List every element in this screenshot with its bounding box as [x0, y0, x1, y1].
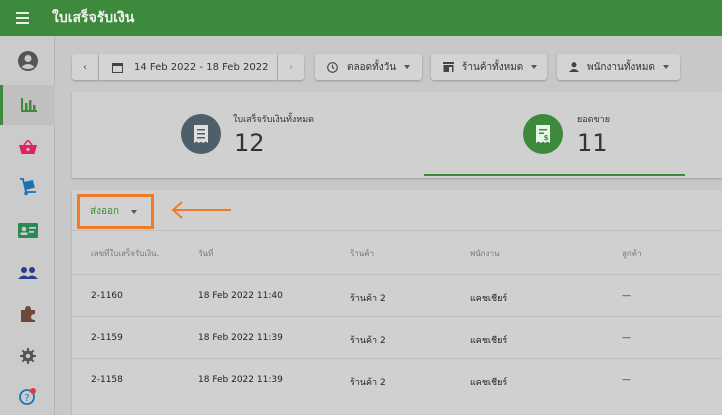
caret-down-icon [662, 65, 669, 69]
receipt-icon [181, 114, 221, 154]
id-card-icon[interactable] [0, 210, 55, 250]
receipt-number: 2-1160 [91, 291, 123, 301]
receipt-customer: — [622, 375, 631, 385]
table-header: เลขที่ใบเสร็จรับเงิน. วันที่ ร้านค้า พนั… [72, 230, 722, 274]
time-filter-label: ตลอดทั้งวัน [347, 61, 397, 73]
annotation-arrow-icon [171, 201, 231, 219]
calendar-icon [112, 62, 123, 73]
receipt-store: ร้านค้า 2 [350, 294, 386, 304]
active-tab-indicator [424, 174, 685, 176]
column-header-store[interactable]: ร้านค้า [350, 247, 374, 260]
receipt-employee: แคชเชียร์ [470, 336, 508, 346]
svg-text:?: ? [24, 393, 29, 404]
svg-text:$: $ [544, 134, 549, 142]
people-icon[interactable] [0, 252, 55, 292]
receipt-date: 18 Feb 2022 11:39 [198, 375, 283, 385]
chevron-left-icon: ‹ [83, 61, 87, 73]
store-icon [443, 62, 454, 72]
employee-filter-button[interactable]: พนักงานทั้งหมด [557, 54, 680, 80]
page-title: ใบเสร็จรับเงิน [52, 10, 135, 26]
basket-icon[interactable] [0, 127, 55, 167]
caret-down-icon [531, 65, 538, 69]
store-filter-label: ร้านค้าทั้งหมด [462, 61, 524, 73]
table-row[interactable]: 2-1159 18 Feb 2022 11:39 ร้านค้า 2 แคชเช… [72, 316, 722, 358]
summary-sales-tab[interactable]: $ ยอดขาย 11 [422, 92, 722, 178]
store-filter-button[interactable]: ร้านค้าทั้งหมด [431, 54, 547, 80]
column-header-customer[interactable]: ลูกค้า [622, 247, 642, 260]
receipt-store: ร้านค้า 2 [350, 336, 386, 346]
help-icon[interactable]: ? [0, 376, 55, 415]
receipt-employee: แคชเชียร์ [470, 378, 508, 388]
receipt-date: 18 Feb 2022 11:39 [198, 333, 283, 343]
receipt-employee: แคชเชียร์ [470, 294, 508, 304]
date-next-button[interactable]: › [278, 54, 304, 80]
date-range-label: 14 Feb 2022 - 18 Feb 2022 [134, 61, 269, 73]
column-header-employee[interactable]: พนักงาน [470, 247, 499, 260]
caret-down-icon [404, 65, 411, 69]
receipts-table-card: ส่งออก เลขที่ใบเสร็จรับเงิน. วันที่ ร้าน… [72, 190, 722, 415]
sidebar-item-reports[interactable] [0, 85, 55, 125]
time-filter-button[interactable]: ตลอดทั้งวัน [315, 54, 422, 80]
hamburger-menu-icon[interactable] [16, 7, 38, 29]
receipt-customer: — [622, 333, 631, 343]
date-prev-button[interactable]: ‹ [72, 54, 98, 80]
export-label: ส่งออก [90, 206, 120, 217]
caret-down-icon [131, 209, 138, 214]
summary-receipts-tab[interactable]: ใบเสร็จรับเงินทั้งหมด 12 [72, 92, 422, 178]
employee-filter-label: พนักงานทั้งหมด [587, 61, 655, 73]
gear-icon[interactable] [0, 336, 55, 376]
chevron-right-icon: › [289, 61, 293, 73]
sales-label: ยอดขาย [577, 115, 611, 125]
receipt-number: 2-1159 [91, 333, 123, 343]
dolly-icon[interactable] [0, 167, 55, 207]
receipt-customer: — [622, 291, 631, 301]
bar-chart-icon [21, 98, 37, 112]
export-button[interactable]: ส่งออก [77, 194, 154, 229]
receipt-store: ร้านค้า 2 [350, 378, 386, 388]
receipts-total-value: 12 [234, 129, 265, 157]
puzzle-icon[interactable] [0, 294, 55, 334]
receipt-dollar-icon: $ [523, 114, 563, 154]
column-header-date[interactable]: วันที่ [198, 247, 213, 260]
top-app-bar: ใบเสร็จรับเงิน [0, 0, 722, 36]
person-icon [569, 62, 579, 72]
sidebar: ? [0, 36, 55, 415]
table-row[interactable]: 2-1160 18 Feb 2022 11:40 ร้านค้า 2 แคชเช… [72, 274, 722, 316]
receipt-number: 2-1158 [91, 375, 123, 385]
sales-value: 11 [577, 129, 608, 157]
date-range-button[interactable]: 14 Feb 2022 - 18 Feb 2022 [99, 54, 277, 80]
clock-icon [327, 61, 338, 73]
receipts-total-label: ใบเสร็จรับเงินทั้งหมด [233, 115, 314, 125]
column-header-receipt-no[interactable]: เลขที่ใบเสร็จรับเงิน. [91, 247, 159, 260]
table-row[interactable]: 2-1158 18 Feb 2022 11:39 ร้านค้า 2 แคชเช… [72, 358, 722, 400]
summary-card: ใบเสร็จรับเงินทั้งหมด 12 $ ยอดขาย 11 [72, 92, 722, 178]
account-circle-icon[interactable] [0, 41, 55, 81]
receipt-date: 18 Feb 2022 11:40 [198, 291, 283, 301]
